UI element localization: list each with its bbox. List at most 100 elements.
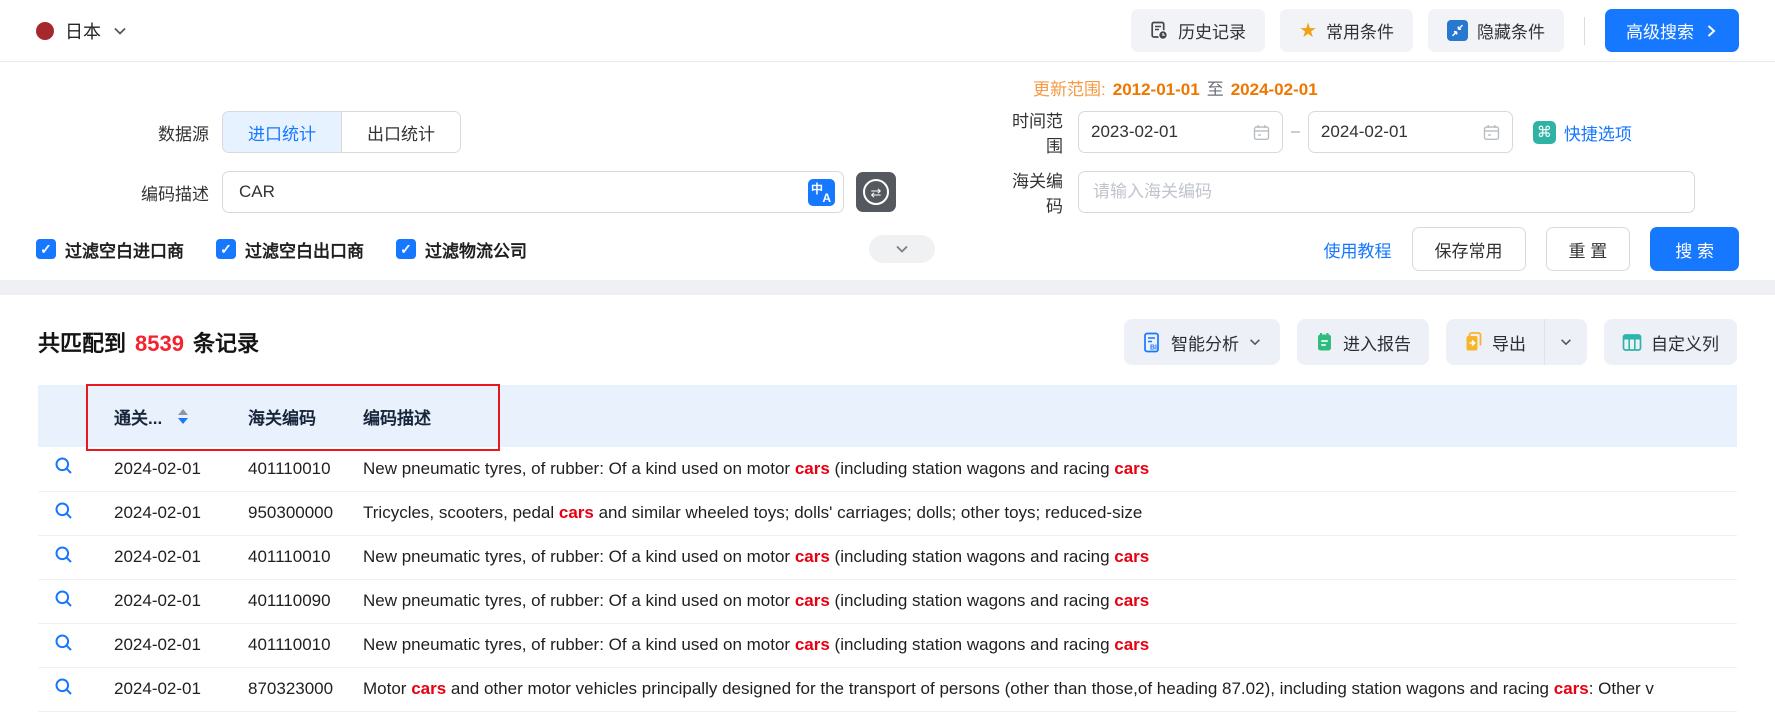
row-code: 870323000 — [224, 667, 351, 711]
code-desc-input-wrap: 中 A — [222, 171, 844, 213]
chevron-down-icon — [894, 241, 910, 257]
favorites-button-label: 常用条件 — [1326, 18, 1394, 43]
chevron-down-icon — [1559, 335, 1573, 349]
date-to-input[interactable]: 2024-02-01 — [1308, 111, 1513, 153]
table-row[interactable]: 2024-02-01 401110010 New pneumatic tyres… — [38, 447, 1737, 491]
enter-report-button[interactable]: 进入报告 — [1297, 319, 1429, 365]
update-range-from: 2012-01-01 — [1113, 80, 1200, 100]
hide-conditions-button[interactable]: 隐藏条件 — [1428, 9, 1564, 52]
checkbox-filter-logistics[interactable]: ✓ 过滤物流公司 — [396, 237, 527, 262]
history-button-label: 历史记录 — [1178, 18, 1246, 43]
row-date: 2024-02-01 — [90, 447, 224, 491]
export-dropdown-button[interactable] — [1544, 319, 1587, 365]
table-row[interactable]: 2024-02-01 401110010 New pneumatic tyres… — [38, 623, 1737, 667]
results-summary: 共匹配到 8539 条记录 — [38, 326, 259, 358]
save-favorite-button[interactable]: 保存常用 — [1412, 227, 1526, 271]
tab-import-stats[interactable]: 进口统计 — [223, 112, 341, 152]
export-button-group: 导出 — [1446, 319, 1587, 365]
reset-button[interactable]: 重 置 — [1546, 227, 1631, 271]
chevron-down-icon — [1248, 335, 1262, 349]
section-separator — [0, 280, 1775, 295]
checkbox-check-icon: ✓ — [396, 239, 416, 259]
data-source-label: 数据源 — [36, 120, 209, 145]
row-code: 401110090 — [224, 579, 351, 623]
row-desc: Motor cars and other motor vehicles prin… — [351, 667, 1737, 711]
checkbox-check-icon: ✓ — [36, 239, 56, 259]
custom-columns-button[interactable]: 自定义列 — [1604, 319, 1737, 365]
row-date: 2024-02-01 — [90, 491, 224, 535]
search-button[interactable]: 搜 索 — [1650, 227, 1739, 271]
search-icon[interactable] — [54, 677, 74, 697]
date-range-separator: – — [1291, 123, 1300, 141]
columns-icon — [1622, 333, 1642, 352]
tab-export-stats[interactable]: 出口统计 — [341, 112, 460, 152]
search-icon[interactable] — [54, 633, 74, 653]
data-source-tabs: 进口统计 出口统计 — [222, 111, 461, 153]
swap-button[interactable]: ⇄ — [856, 172, 896, 212]
topbar-actions: 历史记录 ★ 常用条件 隐藏条件 高级搜索 — [1131, 9, 1739, 52]
table-row[interactable]: 2024-02-01 401110010 New pneumatic tyres… — [38, 535, 1737, 579]
code-desc-input[interactable] — [237, 181, 808, 203]
collapse-icon — [1447, 20, 1468, 41]
calendar-icon — [1253, 124, 1270, 141]
table-row[interactable]: 2024-02-01 950300000 Tricycles, scooters… — [38, 491, 1737, 535]
date-from-input[interactable]: 2023-02-01 — [1078, 111, 1283, 153]
results-toolbar: BI 智能分析 进入报告 — [1124, 319, 1737, 365]
update-range: 更新范围: 2012-01-01 至 2024-02-01 — [997, 75, 1318, 102]
command-icon: ⌘ — [1533, 121, 1556, 144]
star-icon: ★ — [1299, 21, 1317, 41]
row-desc: Tricycles, scooters, pedal cars and simi… — [351, 491, 1737, 535]
header-hs-code[interactable]: 海关编码 — [224, 385, 351, 447]
search-icon[interactable] — [54, 456, 74, 476]
expand-collapse-pill[interactable] — [869, 235, 935, 263]
export-icon — [1464, 332, 1483, 352]
results-panel: 共匹配到 8539 条记录 BI 智能分析 — [0, 295, 1775, 712]
left-spacer-row — [36, 66, 997, 102]
favorites-button[interactable]: ★ 常用条件 — [1280, 9, 1413, 52]
country-selector[interactable]: 日本 — [36, 18, 128, 44]
update-range-label: 更新范围: — [1033, 75, 1106, 100]
svg-text:BI: BI — [1150, 344, 1157, 351]
sort-icon[interactable] — [178, 409, 188, 424]
advanced-search-button[interactable]: 高级搜索 — [1605, 9, 1739, 52]
header-code-desc[interactable]: 编码描述 — [351, 385, 1737, 447]
bi-analysis-icon: BI — [1142, 332, 1162, 353]
translate-icon[interactable]: 中 A — [808, 179, 835, 206]
swap-icon: ⇄ — [863, 179, 889, 205]
calendar-icon — [1483, 124, 1500, 141]
code-desc-label: 编码描述 — [36, 180, 209, 205]
search-icon[interactable] — [54, 501, 74, 521]
row-desc: New pneumatic tyres, of rubber: Of a kin… — [351, 579, 1737, 623]
checkbox-filter-blank-importer[interactable]: ✓ 过滤空白进口商 — [36, 237, 184, 262]
search-icon[interactable] — [54, 589, 74, 609]
table-row[interactable]: 2024-02-01 401110090 New pneumatic tyres… — [38, 579, 1737, 623]
table-header-row: 通关... 海关编码 编码描述 — [38, 385, 1737, 447]
hs-code-input[interactable] — [1078, 171, 1695, 213]
table-row[interactable]: 2024-02-01 870323000 Motor cars and othe… — [38, 667, 1737, 711]
smart-analysis-button[interactable]: BI 智能分析 — [1124, 319, 1280, 365]
header-clearance-date[interactable]: 通关... — [90, 385, 224, 447]
search-icon[interactable] — [54, 545, 74, 565]
export-button[interactable]: 导出 — [1446, 319, 1544, 365]
quick-options-link[interactable]: ⌘ 快捷选项 — [1533, 120, 1632, 145]
row-code: 401110010 — [224, 623, 351, 667]
results-count: 8539 — [135, 331, 184, 357]
filter-right-column: 更新范围: 2012-01-01 至 2024-02-01 时间范围 2023-… — [997, 66, 1739, 222]
row-code: 401110010 — [224, 535, 351, 579]
topbar: 日本 历史记录 ★ 常用条件 隐藏条件 — [0, 0, 1775, 62]
filter-panel: 数据源 进口统计 出口统计 编码描述 中 A ⇄ — [0, 62, 1775, 280]
hs-code-row: 海关编码 — [997, 162, 1739, 222]
update-range-row: 更新范围: 2012-01-01 至 2024-02-01 — [997, 66, 1739, 102]
checkbox-filter-blank-exporter[interactable]: ✓ 过滤空白出口商 — [216, 237, 364, 262]
update-range-to: 2024-02-01 — [1231, 80, 1318, 100]
hs-code-label: 海关编码 — [997, 167, 1063, 217]
advanced-search-label: 高级搜索 — [1626, 18, 1694, 43]
history-button[interactable]: 历史记录 — [1131, 9, 1265, 52]
filter-actions: 使用教程 保存常用 重 置 搜 索 — [1324, 227, 1739, 271]
chevron-right-icon — [1704, 24, 1718, 38]
filter-left-column: 数据源 进口统计 出口统计 编码描述 中 A ⇄ — [36, 66, 997, 222]
time-range-label: 时间范围 — [997, 107, 1063, 157]
tutorial-link[interactable]: 使用教程 — [1324, 237, 1392, 262]
history-icon — [1150, 21, 1169, 41]
time-range-row: 时间范围 2023-02-01 – 2024-02-01 — [997, 102, 1739, 162]
